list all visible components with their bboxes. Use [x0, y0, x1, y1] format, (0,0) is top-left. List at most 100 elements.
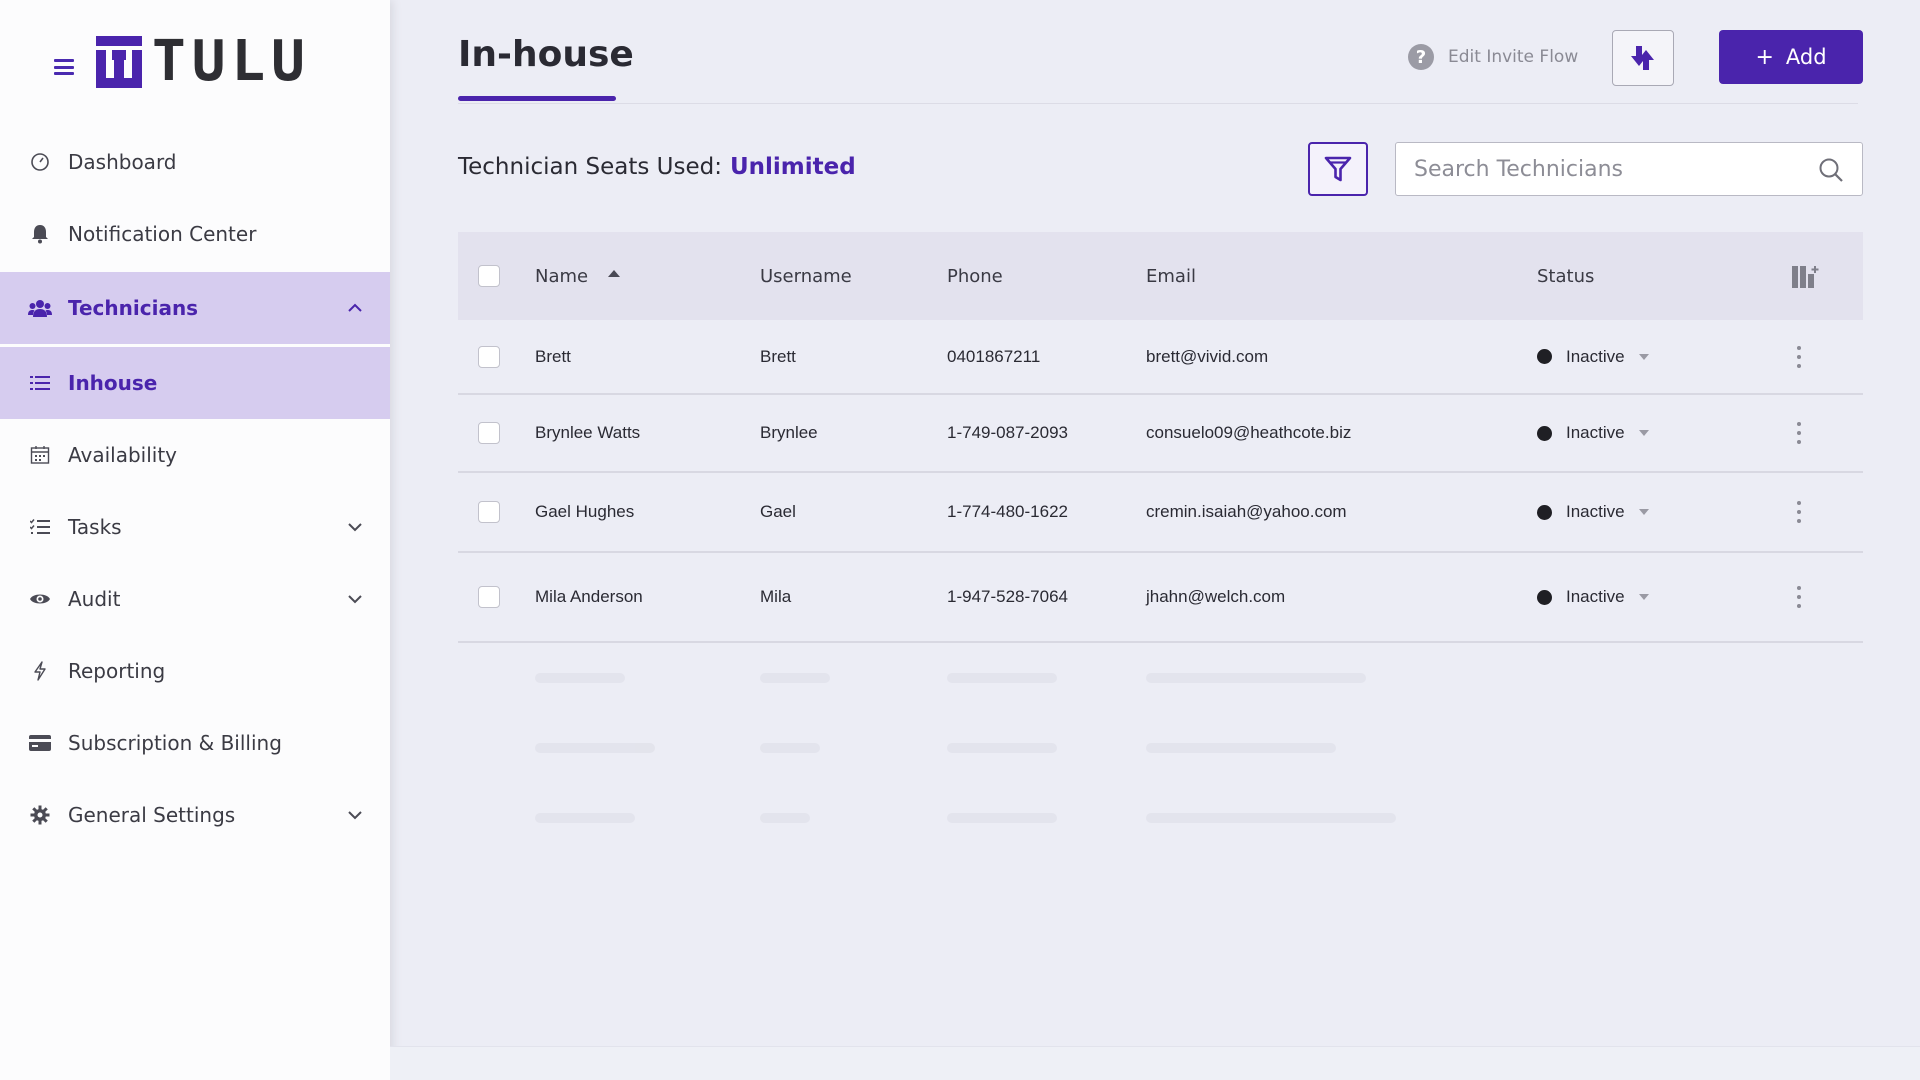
sidebar-item-notification-center[interactable]: Notification Center [0, 198, 390, 270]
table-row[interactable]: Brynlee Watts Brynlee 1-749-087-2093 con… [458, 395, 1863, 473]
logo-mark-icon [96, 36, 142, 88]
status-dropdown[interactable]: Inactive [1537, 423, 1649, 443]
edit-invite-flow-label: Edit Invite Flow [1448, 47, 1579, 67]
sidebar-item-technicians[interactable]: Technicians [0, 272, 390, 344]
column-header-label: Name [535, 265, 589, 287]
cell-name: Brett [535, 346, 571, 366]
technicians-table: Name Username Phone Email Status Brett B… [458, 232, 1863, 853]
tasks-icon [28, 515, 52, 539]
sidebar-item-label: Technicians [68, 296, 199, 320]
seats-value: Unlimited [729, 154, 856, 180]
caret-down-icon [1638, 353, 1649, 360]
add-button[interactable]: + Add [1719, 30, 1863, 84]
cell-email: consuelo09@heathcote.biz [1146, 423, 1352, 442]
footer-strip [390, 1046, 1920, 1080]
sidebar-item-reporting[interactable]: Reporting [0, 635, 390, 707]
list-icon [28, 371, 52, 395]
sidebar-item-inhouse[interactable]: Inhouse [0, 347, 390, 419]
placeholder-row [458, 713, 1863, 783]
search-input[interactable] [1396, 144, 1796, 194]
status-dot-icon [1537, 504, 1552, 520]
row-checkbox[interactable] [478, 586, 500, 608]
import-button[interactable] [1612, 30, 1674, 86]
cell-phone: 1-774-480-1622 [947, 502, 1068, 521]
chevron-down-icon[interactable] [346, 518, 364, 536]
status-label: Inactive [1566, 587, 1625, 606]
sidebar-item-tasks[interactable]: Tasks [0, 491, 390, 563]
add-button-label: Add [1785, 45, 1827, 69]
sidebar-item-subscription-billing[interactable]: Subscription & Billing [0, 707, 390, 779]
sidebar-item-availability[interactable]: Availability [0, 419, 390, 491]
sidebar-item-audit[interactable]: Audit [0, 563, 390, 635]
technician-seats: Technician Seats Used: Unlimited [458, 154, 856, 180]
sidebar: TULU Dashboard Notification Center Techn… [0, 0, 390, 1080]
plus-icon: + [1755, 44, 1774, 70]
sort-ascending-icon[interactable] [608, 270, 621, 277]
more-options-icon[interactable] [1794, 501, 1804, 523]
cell-username: Brett [760, 346, 796, 366]
sidebar-item-label: Audit [68, 587, 121, 611]
page-title: In-house [458, 34, 634, 75]
cell-username: Gael [760, 502, 796, 521]
table-row[interactable]: Mila Anderson Mila 1-947-528-7064 jhahn@… [458, 553, 1863, 643]
sidebar-item-label: Reporting [68, 659, 166, 683]
column-header-name[interactable]: Name [535, 265, 621, 287]
placeholder-row [458, 783, 1863, 853]
cell-phone: 1-749-087-2093 [947, 423, 1068, 442]
cell-username: Mila [760, 587, 792, 606]
sidebar-item-dashboard[interactable]: Dashboard [0, 126, 390, 198]
bolt-icon [28, 659, 52, 683]
logo-row: TULU [54, 29, 311, 94]
sidebar-item-label: Tasks [68, 515, 122, 539]
cell-username: Brynlee [760, 423, 818, 442]
cell-phone: 1-947-528-7064 [947, 587, 1068, 606]
more-options-icon[interactable] [1794, 345, 1804, 368]
sidebar-item-label: Availability [68, 443, 178, 467]
column-header-email[interactable]: Email [1146, 266, 1196, 287]
logo-text: TULU [152, 29, 311, 94]
column-header-username[interactable]: Username [760, 266, 852, 287]
sidebar-item-general-settings[interactable]: General Settings [0, 779, 390, 851]
seats-label: Technician Seats Used: [458, 154, 722, 180]
placeholder-row [458, 643, 1863, 713]
tab-underline [458, 96, 616, 101]
hamburger-menu-icon[interactable] [54, 59, 74, 75]
sidebar-nav: Dashboard Notification Center Technician… [0, 126, 390, 851]
chevron-up-icon[interactable] [346, 299, 364, 317]
cell-email: jhahn@welch.com [1146, 587, 1286, 606]
more-options-icon[interactable] [1794, 422, 1804, 444]
logo[interactable]: TULU [96, 29, 311, 94]
more-options-icon[interactable] [1794, 586, 1804, 608]
sidebar-item-label: Inhouse [68, 371, 158, 395]
edit-invite-flow-link[interactable]: ? Edit Invite Flow [1408, 44, 1578, 70]
chevron-down-icon[interactable] [346, 806, 364, 824]
status-dot-icon [1537, 349, 1552, 364]
status-dropdown[interactable]: Inactive [1537, 587, 1649, 607]
sidebar-item-label: Dashboard [68, 150, 177, 174]
table-row[interactable]: Gael Hughes Gael 1-774-480-1622 cremin.i… [458, 473, 1863, 553]
column-header-status[interactable]: Status [1537, 266, 1594, 287]
sidebar-item-label: General Settings [68, 803, 236, 827]
filter-button[interactable] [1308, 142, 1368, 196]
gear-icon [28, 803, 52, 827]
table-header: Name Username Phone Email Status [458, 232, 1863, 320]
sidebar-item-label: Subscription & Billing [68, 731, 282, 755]
caret-down-icon [1638, 430, 1649, 436]
row-checkbox[interactable] [478, 345, 500, 368]
status-label: Inactive [1566, 502, 1625, 521]
credit-card-icon [28, 731, 52, 755]
bell-icon [28, 222, 52, 246]
column-settings-icon[interactable] [1792, 264, 1822, 290]
row-checkbox[interactable] [478, 422, 500, 444]
row-checkbox[interactable] [478, 501, 500, 523]
caret-down-icon [1638, 509, 1649, 515]
table-row[interactable]: Brett Brett 0401867211 brett@vivid.com I… [458, 320, 1863, 395]
status-dropdown[interactable]: Inactive [1537, 347, 1649, 367]
users-icon [28, 296, 52, 320]
status-dot-icon [1537, 425, 1552, 441]
chevron-down-icon[interactable] [346, 590, 364, 608]
status-dropdown[interactable]: Inactive [1537, 502, 1649, 522]
search-icon[interactable] [1818, 157, 1844, 183]
select-all-checkbox[interactable] [478, 265, 500, 287]
column-header-phone[interactable]: Phone [947, 266, 1003, 287]
